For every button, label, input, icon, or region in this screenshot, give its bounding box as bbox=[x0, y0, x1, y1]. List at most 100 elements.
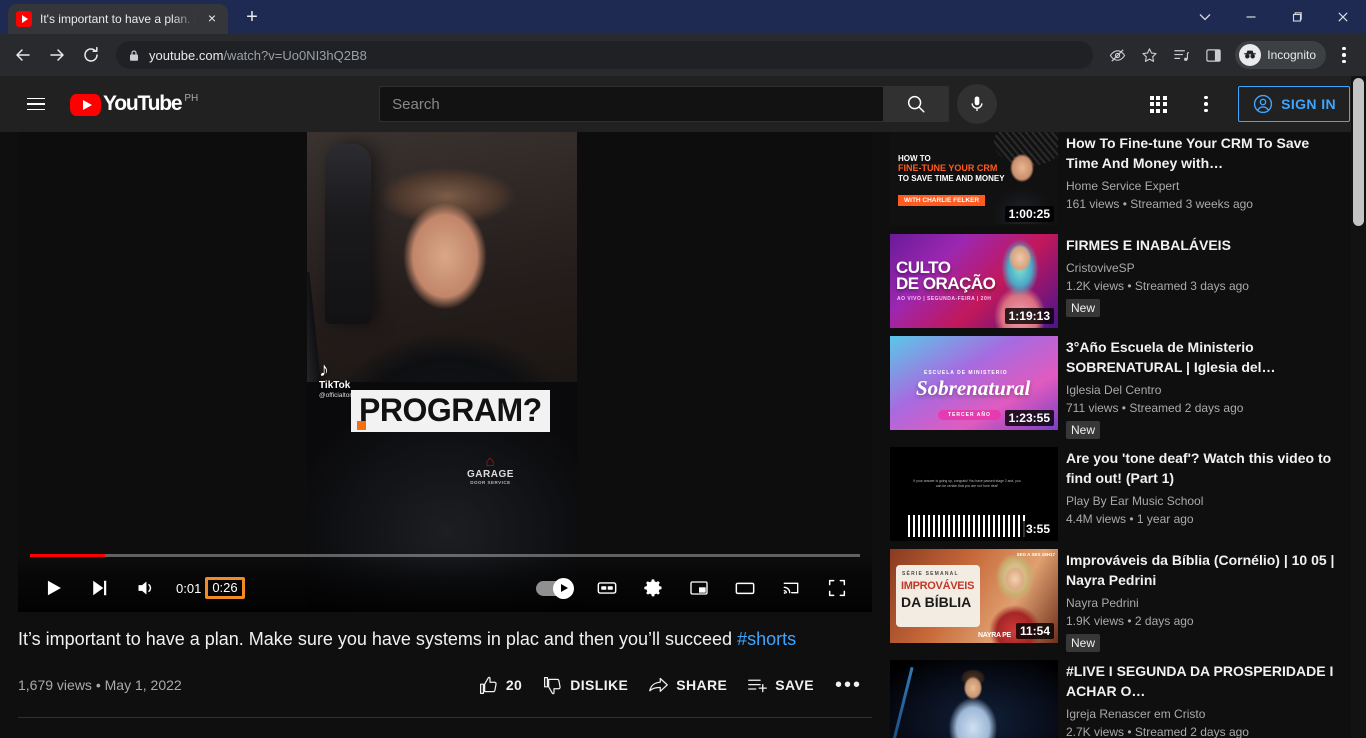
browser-tab[interactable]: It's important to have a plan. Mak × bbox=[8, 4, 228, 34]
tab-search-chevron-down-icon[interactable] bbox=[1182, 0, 1228, 34]
recommendation-info: FIRMES E INABALÁVEIS CristoviveSP 1.2K v… bbox=[1066, 234, 1342, 328]
search-button[interactable] bbox=[883, 86, 950, 122]
thumb-name: NAYRA PE bbox=[978, 632, 1011, 639]
share-icon bbox=[649, 677, 669, 692]
list-item[interactable]: #LIVE I SEGUNDA DA PROSPERIDADE I ACHAR … bbox=[890, 660, 1342, 738]
youtube-logo[interactable]: YouTube PH bbox=[70, 92, 198, 116]
video-stats: 161 views • Streamed 3 weeks ago bbox=[1066, 197, 1253, 211]
channel-name[interactable]: CristoviveSP bbox=[1066, 259, 1342, 277]
recommendation-title[interactable]: Are you 'tone deaf'? Watch this video to… bbox=[1066, 448, 1342, 488]
video-caption-overlay: PROGRAM? bbox=[351, 390, 550, 432]
side-panel-icon[interactable] bbox=[1199, 41, 1227, 69]
share-button[interactable]: SHARE bbox=[639, 667, 736, 703]
hamburger-icon[interactable] bbox=[16, 84, 56, 124]
fullscreen-icon[interactable] bbox=[814, 565, 860, 611]
autoplay-toggle[interactable] bbox=[536, 577, 574, 599]
video-thumbnail[interactable]: HOW TO FINE-TUNE YOUR CRM TO SAVE TIME A… bbox=[890, 132, 1058, 226]
video-thumbnail[interactable]: If your answer is going up, congrats! Yo… bbox=[890, 447, 1058, 541]
video-title-hashtag[interactable]: #shorts bbox=[737, 629, 796, 649]
channel-name[interactable]: Igreja Renascer em Cristo bbox=[1066, 705, 1342, 723]
garage-brand-decor: ⌂ GARAGE DOOR SERVICE bbox=[467, 454, 514, 485]
captions-button[interactable] bbox=[584, 565, 630, 611]
video-thumbnail[interactable]: SÉRIE SEMANAL IMPROVÁVEIS DA BÍBLIA NAYR… bbox=[890, 549, 1058, 643]
recommendation-title[interactable]: 3°Año Escuela de Ministerio SOBRENATURAL… bbox=[1066, 337, 1342, 377]
play-button[interactable] bbox=[30, 565, 76, 611]
video-thumbnail[interactable]: ESCUELA DE MINISTERIO Sobrenatural TERCE… bbox=[890, 336, 1058, 430]
address-bar[interactable]: youtube.com/watch?v=Uo0NI3hQ2B8 bbox=[116, 41, 1094, 69]
channel-name[interactable]: Iglesia Del Centro bbox=[1066, 381, 1342, 399]
player-controls: 0:01 0:26 bbox=[18, 554, 872, 612]
volume-button[interactable] bbox=[122, 565, 168, 611]
list-item[interactable]: If your answer is going up, congrats! Yo… bbox=[890, 447, 1342, 541]
recommendation-title[interactable]: How To Fine-tune Your CRM To Save Time A… bbox=[1066, 133, 1342, 173]
save-button[interactable]: SAVE bbox=[738, 667, 823, 703]
recommendation-title[interactable]: Improváveis da Bíblia (Cornélio) | 10 05… bbox=[1066, 550, 1342, 590]
dislike-button[interactable]: DISLIKE bbox=[533, 667, 637, 703]
sign-in-button[interactable]: SIGN IN bbox=[1238, 86, 1350, 122]
settings-gear-icon[interactable] bbox=[630, 565, 676, 611]
progress-bar[interactable] bbox=[30, 554, 860, 557]
video-stats: 1.9K views • 2 days ago bbox=[1066, 614, 1194, 628]
voice-search-button[interactable] bbox=[957, 84, 998, 124]
masthead-kebab-menu-icon[interactable] bbox=[1186, 84, 1226, 124]
thumb-line2: FINE-TUNE YOUR CRM bbox=[898, 163, 998, 174]
search-input[interactable] bbox=[379, 86, 884, 122]
time-display: 0:01 0:26 bbox=[176, 577, 245, 599]
maximize-icon[interactable] bbox=[1274, 0, 1320, 34]
video-thumbnail[interactable] bbox=[890, 660, 1058, 738]
more-actions-button[interactable]: ••• bbox=[825, 675, 872, 695]
channel-name[interactable]: Play By Ear Music School bbox=[1066, 492, 1342, 510]
close-icon[interactable] bbox=[1320, 0, 1366, 34]
caption-accent-dot bbox=[357, 421, 366, 430]
view-count: 1,679 views bbox=[18, 677, 92, 694]
tab-close-icon[interactable]: × bbox=[204, 11, 220, 27]
list-item[interactable]: SÉRIE SEMANAL IMPROVÁVEIS DA BÍBLIA NAYR… bbox=[890, 549, 1342, 652]
cast-icon[interactable] bbox=[768, 565, 814, 611]
video-stats: 1.2K views • Streamed 3 days ago bbox=[1066, 279, 1249, 293]
recommendation-title[interactable]: #LIVE I SEGUNDA DA PROSPERIDADE I ACHAR … bbox=[1066, 661, 1342, 701]
thumb-line2: IMPROVÁVEIS bbox=[901, 580, 975, 592]
thumbnail-person-decor bbox=[942, 670, 1004, 738]
recommendation-info: 3°Año Escuela de Ministerio SOBRENATURAL… bbox=[1066, 336, 1342, 439]
theater-mode-icon[interactable] bbox=[722, 565, 768, 611]
reading-list-icon[interactable] bbox=[1167, 41, 1195, 69]
video-player[interactable]: ♪ TikTok @officialtom... ⌂ GARAGE DOOR S… bbox=[18, 132, 872, 612]
star-icon[interactable] bbox=[1135, 41, 1163, 69]
minimize-icon[interactable] bbox=[1228, 0, 1274, 34]
current-time: 0:01 bbox=[176, 580, 202, 596]
thumb-pill: TERCER AÑO bbox=[938, 410, 1001, 420]
address-path: /watch?v=Uo0NI3hQ2B8 bbox=[223, 47, 367, 63]
incognito-label: Incognito bbox=[1267, 48, 1316, 62]
channel-name[interactable]: Home Service Expert bbox=[1066, 177, 1342, 195]
total-time-highlighted[interactable]: 0:26 bbox=[205, 577, 245, 599]
recommendation-info: #LIVE I SEGUNDA DA PROSPERIDADE I ACHAR … bbox=[1066, 660, 1342, 738]
incognito-profile-button[interactable]: Incognito bbox=[1235, 41, 1326, 69]
browser-window: It's important to have a plan. Mak × + bbox=[0, 0, 1366, 738]
video-thumbnail[interactable]: CULTO DE ORAÇÃO AO VIVO | SEGUNDA-FEIRA … bbox=[890, 234, 1058, 328]
channel-name[interactable]: Nayra Pedrini bbox=[1066, 594, 1342, 612]
forward-button[interactable] bbox=[42, 40, 72, 70]
next-video-button[interactable] bbox=[76, 565, 122, 611]
apps-grid-icon[interactable] bbox=[1138, 84, 1178, 124]
recommendation-title[interactable]: FIRMES E INABALÁVEIS bbox=[1066, 235, 1342, 255]
reload-button[interactable] bbox=[76, 40, 106, 70]
like-count: 20 bbox=[505, 677, 523, 694]
thumbnail-waveform-decor bbox=[908, 515, 1028, 537]
like-button[interactable]: 20 bbox=[469, 667, 531, 703]
scrollbar-thumb[interactable] bbox=[1353, 78, 1364, 226]
thumb-subtitle: AO VIVO | SEGUNDA-FEIRA | 20H bbox=[897, 296, 992, 302]
thumb-corner-text: SEG A SEX 18H17 bbox=[1016, 552, 1055, 557]
back-button[interactable] bbox=[8, 40, 38, 70]
eye-slash-icon[interactable] bbox=[1103, 41, 1131, 69]
watch-page-content: ♪ TikTok @officialtom... ⌂ GARAGE DOOR S… bbox=[0, 76, 1366, 738]
page-scrollbar[interactable] bbox=[1351, 76, 1366, 738]
list-item[interactable]: ESCUELA DE MINISTERIO Sobrenatural TERCE… bbox=[890, 336, 1342, 439]
garage-logo-icon: ⌂ bbox=[485, 453, 496, 470]
share-label: SHARE bbox=[676, 677, 728, 694]
list-item[interactable]: HOW TO FINE-TUNE YOUR CRM TO SAVE TIME A… bbox=[890, 132, 1342, 226]
browser-toolbar: youtube.com/watch?v=Uo0NI3hQ2B8 Incognit… bbox=[0, 34, 1366, 76]
new-tab-button[interactable]: + bbox=[238, 4, 266, 32]
miniplayer-icon[interactable] bbox=[676, 565, 722, 611]
browser-kebab-menu-icon[interactable] bbox=[1330, 41, 1358, 69]
list-item[interactable]: CULTO DE ORAÇÃO AO VIVO | SEGUNDA-FEIRA … bbox=[890, 234, 1342, 328]
